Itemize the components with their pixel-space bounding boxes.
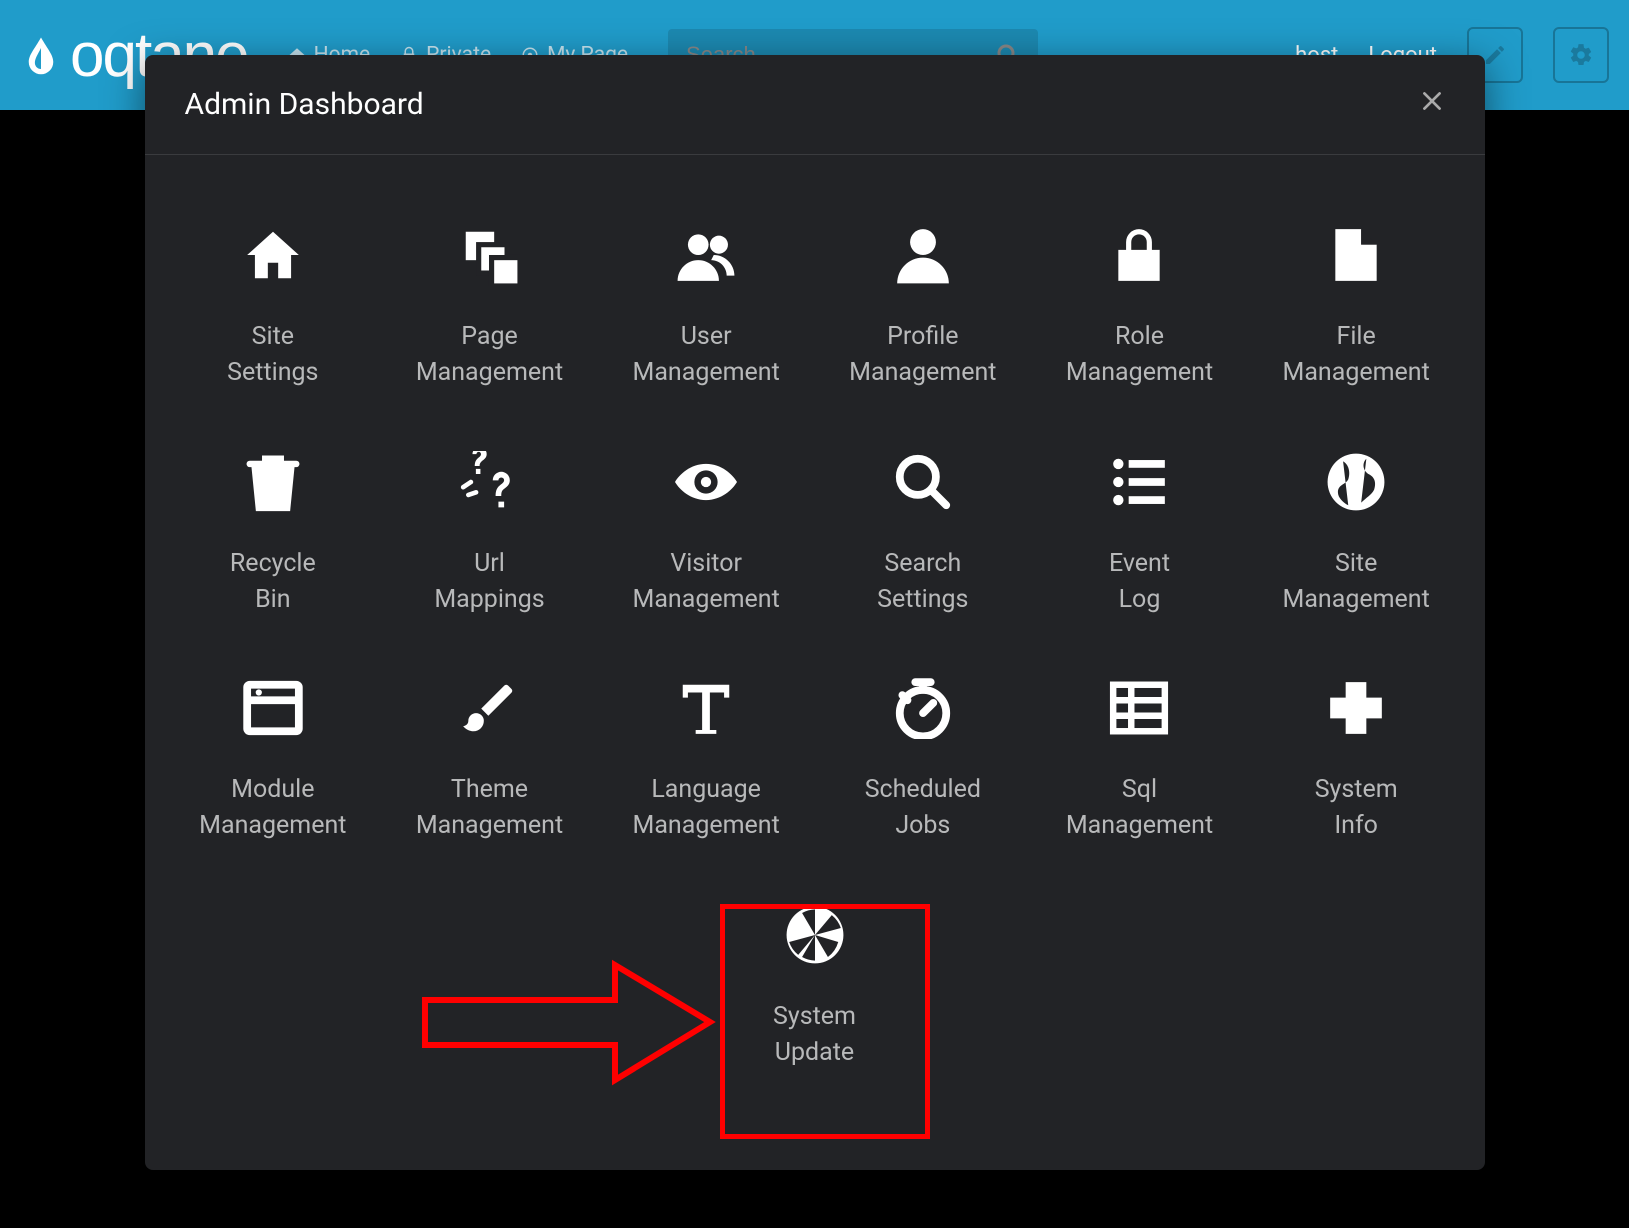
dash-item-module-management[interactable]: Module Management: [168, 658, 378, 875]
dash-item-file-management[interactable]: File Management: [1251, 205, 1461, 422]
dash-label: Recycle Bin: [230, 546, 316, 619]
users-icon: [675, 215, 737, 295]
pencil-icon: [1483, 43, 1507, 67]
list-icon: [1108, 442, 1170, 522]
logo-drop-icon: [20, 29, 62, 81]
modal-body: Site Settings Page Management User Managem…: [145, 155, 1485, 1151]
dash-item-url-mappings[interactable]: Url Mappings: [384, 432, 594, 649]
dash-item-site-settings[interactable]: Site Settings: [168, 205, 378, 422]
dash-label: Url Mappings: [434, 546, 544, 619]
dash-item-role-management[interactable]: Role Management: [1034, 205, 1244, 422]
dash-label: Site Management: [1283, 546, 1430, 619]
plus-icon: [1325, 668, 1387, 748]
dash-label: Theme Management: [416, 772, 563, 845]
spreadsheet-icon: [1108, 668, 1170, 748]
layers-icon: [458, 215, 520, 295]
modal-title: Admin Dashboard: [185, 87, 424, 122]
dash-item-system-update[interactable]: System Update: [710, 885, 920, 1102]
modal-header: Admin Dashboard: [145, 55, 1485, 155]
text-icon: [675, 668, 737, 748]
trash-icon: [242, 442, 304, 522]
dash-item-visitor-management[interactable]: Visitor Management: [601, 432, 811, 649]
question-icon: [458, 442, 520, 522]
globe-icon: [1325, 442, 1387, 522]
dash-label: Role Management: [1066, 319, 1213, 392]
dash-item-profile-management[interactable]: Profile Management: [818, 205, 1028, 422]
aperture-icon: [784, 895, 846, 975]
dash-item-system-info[interactable]: System Info: [1251, 658, 1461, 875]
person-icon: [892, 215, 954, 295]
dash-label: System Info: [1315, 772, 1398, 845]
dash-item-scheduled-jobs[interactable]: Scheduled Jobs: [818, 658, 1028, 875]
dash-item-sql-management[interactable]: Sql Management: [1034, 658, 1244, 875]
dash-label: Page Management: [416, 319, 563, 392]
dash-label: Sql Management: [1066, 772, 1213, 845]
dash-item-page-management[interactable]: Page Management: [384, 205, 594, 422]
dash-label: Scheduled Jobs: [865, 772, 981, 845]
dash-label: File Management: [1283, 319, 1430, 392]
dash-item-site-management[interactable]: Site Management: [1251, 432, 1461, 649]
lock-icon: [1108, 215, 1170, 295]
file-icon: [1325, 215, 1387, 295]
eye-icon: [675, 442, 737, 522]
dash-label: Language Management: [633, 772, 780, 845]
dash-label: Visitor Management: [633, 546, 780, 619]
search-icon: [892, 442, 954, 522]
dash-item-user-management[interactable]: User Management: [601, 205, 811, 422]
dash-item-event-log[interactable]: Event Log: [1034, 432, 1244, 649]
dash-label: Site Settings: [227, 319, 318, 392]
dash-label: Event Log: [1109, 546, 1170, 619]
home-icon: [242, 215, 304, 295]
timer-icon: [892, 668, 954, 748]
window-icon: [242, 668, 304, 748]
admin-dashboard-modal: Admin Dashboard Site Settings Page Manage…: [145, 55, 1485, 1170]
settings-button[interactable]: [1553, 27, 1609, 83]
dash-item-language-management[interactable]: Language Management: [601, 658, 811, 875]
gear-icon: [1568, 42, 1594, 68]
dash-label: System Update: [773, 999, 856, 1072]
dash-item-theme-management[interactable]: Theme Management: [384, 658, 594, 875]
close-icon: [1419, 88, 1445, 114]
brush-icon: [458, 668, 520, 748]
dash-item-search-settings[interactable]: Search Settings: [818, 432, 1028, 649]
dash-label: User Management: [633, 319, 780, 392]
dash-item-recycle-bin[interactable]: Recycle Bin: [168, 432, 378, 649]
dash-label: Profile Management: [849, 319, 996, 392]
close-button[interactable]: [1419, 88, 1445, 121]
dash-label: Search Settings: [877, 546, 968, 619]
dash-label: Module Management: [199, 772, 346, 845]
